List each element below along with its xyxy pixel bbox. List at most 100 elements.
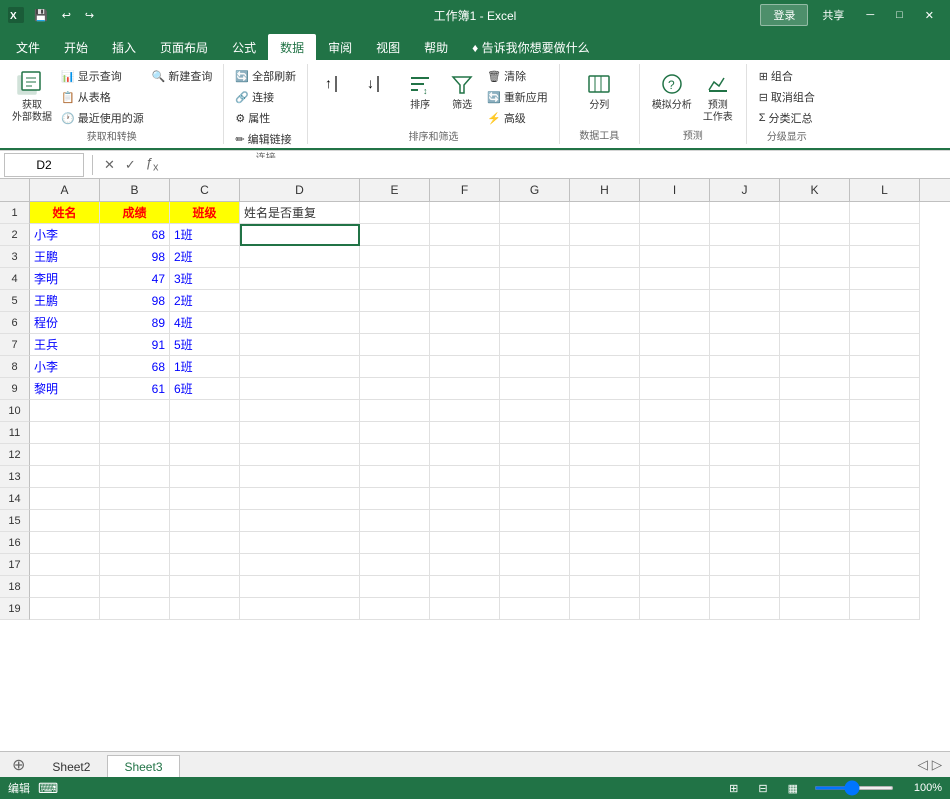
cell-H3[interactable]: [570, 246, 640, 268]
cell-B9[interactable]: 61: [100, 378, 170, 400]
cell-E5[interactable]: [360, 290, 430, 312]
clear-btn[interactable]: 🗑 清除: [484, 66, 551, 86]
row-num-4[interactable]: 4: [0, 268, 30, 290]
cell-F9[interactable]: [430, 378, 500, 400]
cell-A3[interactable]: 王鹏: [30, 246, 100, 268]
sheet-tab-sheet3[interactable]: Sheet3: [107, 755, 179, 778]
cell-I19[interactable]: [640, 598, 710, 620]
cell-C10[interactable]: [170, 400, 240, 422]
cell-K18[interactable]: [780, 576, 850, 598]
cell-F4[interactable]: [430, 268, 500, 290]
row-num-1[interactable]: 1: [0, 202, 30, 224]
cell-L2[interactable]: [850, 224, 920, 246]
cell-G13[interactable]: [500, 466, 570, 488]
cell-C5[interactable]: 2班: [170, 290, 240, 312]
cell-F16[interactable]: [430, 532, 500, 554]
cell-B5[interactable]: 98: [100, 290, 170, 312]
cell-F1[interactable]: [430, 202, 500, 224]
cell-G19[interactable]: [500, 598, 570, 620]
cell-G8[interactable]: [500, 356, 570, 378]
cell-L17[interactable]: [850, 554, 920, 576]
cell-H11[interactable]: [570, 422, 640, 444]
cell-D8[interactable]: [240, 356, 360, 378]
row-num-15[interactable]: 15: [0, 510, 30, 532]
cell-J18[interactable]: [710, 576, 780, 598]
cell-L11[interactable]: [850, 422, 920, 444]
from-table-btn[interactable]: 📋 从表格: [58, 87, 147, 107]
cell-F2[interactable]: [430, 224, 500, 246]
cell-B13[interactable]: [100, 466, 170, 488]
cell-L3[interactable]: [850, 246, 920, 268]
row-num-3[interactable]: 3: [0, 246, 30, 268]
cell-H14[interactable]: [570, 488, 640, 510]
cell-A13[interactable]: [30, 466, 100, 488]
cell-A11[interactable]: [30, 422, 100, 444]
cell-A4[interactable]: 李明: [30, 268, 100, 290]
cell-F15[interactable]: [430, 510, 500, 532]
cell-E2[interactable]: [360, 224, 430, 246]
col-header-l[interactable]: L: [850, 179, 920, 201]
cell-L13[interactable]: [850, 466, 920, 488]
row-num-14[interactable]: 14: [0, 488, 30, 510]
cell-I14[interactable]: [640, 488, 710, 510]
col-header-c[interactable]: C: [170, 179, 240, 201]
cell-H13[interactable]: [570, 466, 640, 488]
cell-E1[interactable]: [360, 202, 430, 224]
cell-E13[interactable]: [360, 466, 430, 488]
group-btn[interactable]: ⊞ 组合: [756, 66, 818, 86]
row-num-18[interactable]: 18: [0, 576, 30, 598]
sort-asc-btn[interactable]: ↑: [316, 66, 356, 102]
tab-formula[interactable]: 公式: [220, 34, 268, 60]
cell-I8[interactable]: [640, 356, 710, 378]
cell-H12[interactable]: [570, 444, 640, 466]
cell-D12[interactable]: [240, 444, 360, 466]
cell-I1[interactable]: [640, 202, 710, 224]
cell-I12[interactable]: [640, 444, 710, 466]
cell-K13[interactable]: [780, 466, 850, 488]
get-external-data-btn[interactable]: 获取外部数据: [8, 66, 56, 126]
cell-B15[interactable]: [100, 510, 170, 532]
cell-I2[interactable]: [640, 224, 710, 246]
cell-L14[interactable]: [850, 488, 920, 510]
cell-B16[interactable]: [100, 532, 170, 554]
cell-C7[interactable]: 5班: [170, 334, 240, 356]
cell-E18[interactable]: [360, 576, 430, 598]
col-header-b[interactable]: B: [100, 179, 170, 201]
recent-sources-btn[interactable]: 🕐 最近使用的源: [58, 108, 147, 128]
cell-D15[interactable]: [240, 510, 360, 532]
cell-D2[interactable]: [240, 224, 360, 246]
cell-L10[interactable]: [850, 400, 920, 422]
cell-K7[interactable]: [780, 334, 850, 356]
cell-D9[interactable]: [240, 378, 360, 400]
cell-A8[interactable]: 小李: [30, 356, 100, 378]
cell-J16[interactable]: [710, 532, 780, 554]
cell-J14[interactable]: [710, 488, 780, 510]
cell-E7[interactable]: [360, 334, 430, 356]
cell-C17[interactable]: [170, 554, 240, 576]
page-break-view-btn[interactable]: ▦: [784, 780, 802, 797]
row-num-2[interactable]: 2: [0, 224, 30, 246]
cell-H4[interactable]: [570, 268, 640, 290]
sort-btn[interactable]: ↕ 排序: [400, 66, 440, 114]
cell-L12[interactable]: [850, 444, 920, 466]
cell-F7[interactable]: [430, 334, 500, 356]
cell-E15[interactable]: [360, 510, 430, 532]
cell-L8[interactable]: [850, 356, 920, 378]
edit-links-btn[interactable]: ✏ 编辑链接: [232, 129, 299, 149]
tab-insert[interactable]: 插入: [100, 34, 148, 60]
row-num-8[interactable]: 8: [0, 356, 30, 378]
cell-C6[interactable]: 4班: [170, 312, 240, 334]
cell-B7[interactable]: 91: [100, 334, 170, 356]
cell-H5[interactable]: [570, 290, 640, 312]
cell-L16[interactable]: [850, 532, 920, 554]
cell-I17[interactable]: [640, 554, 710, 576]
cell-J10[interactable]: [710, 400, 780, 422]
cell-J12[interactable]: [710, 444, 780, 466]
cell-K4[interactable]: [780, 268, 850, 290]
cell-I7[interactable]: [640, 334, 710, 356]
scroll-left-btn[interactable]: ◁: [918, 757, 928, 773]
cell-K9[interactable]: [780, 378, 850, 400]
row-num-11[interactable]: 11: [0, 422, 30, 444]
filter-btn[interactable]: 筛选: [442, 66, 482, 114]
cell-E3[interactable]: [360, 246, 430, 268]
